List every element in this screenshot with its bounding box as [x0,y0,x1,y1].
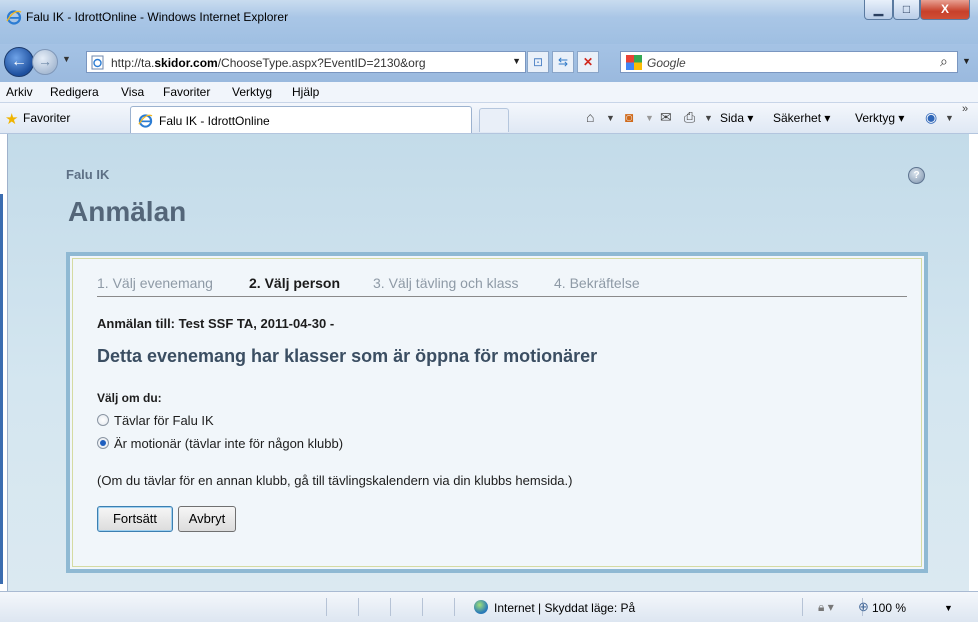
other-club-note: (Om du tävlar för en annan klubb, gå til… [97,473,573,488]
viewport-left-edge [0,134,8,591]
search-placeholder: Google [647,56,686,70]
internet-zone-icon [474,600,488,614]
status-separator [358,598,359,616]
favorites-bar: ★ Favoriter Falu IK - IdrottOnline ⌂ ▼ ◙… [0,103,978,134]
step-1: 1. Välj evenemang [97,275,213,291]
navigation-bar: ← → ▼ http://ta.skidor.com/ChooseType.as… [0,44,978,82]
feeds-dropdown-icon[interactable]: ▼ [645,113,654,123]
registration-panel: 1. Välj evenemang 2. Välj person 3. Välj… [66,252,928,573]
stop-icon: ✕ [582,55,594,69]
registration-for: Anmälan till: Test SSF TA, 2011-04-30 - [97,316,335,331]
page-icon [91,55,104,70]
help-dropdown-icon[interactable]: ▼ [945,113,954,123]
url-text: http://ta.skidor.com/ChooseType.aspx?Eve… [111,56,426,70]
protected-mode-icon[interactable]: 🔒︎ ▾ [818,600,834,615]
menu-visa[interactable]: Visa [121,85,144,99]
compatibility-icon: ⊡ [532,55,544,69]
help-icon[interactable]: ? [908,167,925,184]
step-2-active: 2. Välj person [249,275,341,291]
close-icon: X [940,2,949,16]
internet-explorer-icon [6,10,22,25]
compatibility-view-button[interactable]: ⊡ [527,51,549,73]
print-icon[interactable]: ⎙ [684,109,695,126]
status-separator [326,598,327,616]
security-zone[interactable]: Internet | Skyddat läge: På [494,601,635,615]
tab-falu-ik[interactable]: Falu IK - IdrottOnline [130,106,472,133]
cancel-button[interactable]: Avbryt [178,506,236,532]
back-button[interactable]: ← [4,47,34,77]
status-separator [422,598,423,616]
internet-explorer-tab-icon [138,114,153,128]
zoom-dropdown-icon[interactable]: ▼ [944,603,953,613]
page-menu[interactable]: Sida ▾ [720,111,753,125]
forward-button[interactable]: → [32,49,58,75]
zoom-icon[interactable]: ⊕ [858,599,869,615]
minimize-button[interactable]: ▁ [864,0,893,20]
favorites-button[interactable]: Favoriter [23,111,70,125]
mail-icon[interactable]: ✉ [660,109,672,126]
choose-label: Välj om du: [97,391,162,405]
window-title: Falu IK - IdrottOnline - Windows Interne… [26,10,289,24]
info-heading: Detta evenemang har klasser som är öppna… [97,346,598,366]
refresh-icon: ⇆ [557,55,569,69]
close-button[interactable]: X [920,0,970,20]
menu-favoriter[interactable]: Favoriter [163,85,210,99]
maximize-button[interactable]: □ [893,0,920,20]
step-3: 3. Välj tävling och klass [373,275,519,291]
status-separator [390,598,391,616]
radio-club[interactable] [97,414,109,426]
panel-inner-border: 1. Välj evenemang 2. Välj person 3. Välj… [72,258,922,567]
menu-verktyg[interactable]: Verktyg [232,85,272,99]
tab-title: Falu IK - IdrottOnline [159,114,270,128]
club-name: Falu IK [66,167,110,182]
option-club-label[interactable]: Tävlar för Falu IK [114,413,214,428]
menu-arkiv[interactable]: Arkiv [6,85,33,99]
search-field[interactable]: Google [620,51,958,73]
maximize-icon: □ [902,2,911,16]
recent-pages-dropdown-icon[interactable]: ▼ [62,54,71,64]
window-title-bar[interactable]: Falu IK - IdrottOnline - Windows Interne… [0,0,978,44]
page-title: Anmälan [68,196,187,227]
address-dropdown-icon[interactable]: ▼ [512,56,521,66]
help-menu-icon[interactable]: ◉ [925,109,937,126]
print-dropdown-icon[interactable]: ▼ [704,113,713,123]
status-separator [802,598,803,616]
radio-exerciser-selected[interactable] [97,437,109,449]
status-separator [454,598,455,616]
continue-button[interactable]: Fortsätt [97,506,173,532]
safety-menu[interactable]: Säkerhet ▾ [773,111,830,125]
refresh-button[interactable]: ⇆ [552,51,574,73]
favorites-star-icon[interactable]: ★ [5,110,18,128]
back-arrow-icon: ← [11,53,27,70]
status-bar: Internet | Skyddat läge: På 🔒︎ ▾ ⊕ 100 %… [0,591,978,622]
option-exerciser-label[interactable]: Är motionär (tävlar inte för någon klubb… [114,436,343,451]
menu-bar: Arkiv Redigera Visa Favoriter Verktyg Hj… [0,82,978,103]
search-options-dropdown-icon[interactable]: ▼ [962,56,971,66]
left-accent [0,194,3,584]
search-icon[interactable]: ⌕ [940,53,948,70]
step-4: 4. Bekräftelse [554,275,640,291]
stop-button[interactable]: ✕ [577,51,599,73]
zoom-level[interactable]: 100 % [872,601,906,615]
step-indicator: 1. Välj evenemang 2. Välj person 3. Välj… [97,272,907,297]
menu-redigera[interactable]: Redigera [50,85,99,99]
home-dropdown-icon[interactable]: ▼ [606,113,615,123]
address-field[interactable]: http://ta.skidor.com/ChooseType.aspx?Eve… [86,51,526,73]
home-icon[interactable]: ⌂ [586,109,594,125]
menu-hjalp[interactable]: Hjälp [292,85,319,99]
toolbar-overflow-icon[interactable]: » [962,103,968,115]
tools-menu[interactable]: Verktyg ▾ [855,111,904,125]
forward-arrow-icon: → [38,53,52,69]
page-content: Falu IK Anmälan ? 1. Välj evenemang 2. V… [8,134,969,591]
minimize-icon: ▁ [873,2,884,16]
google-logo-icon [626,55,642,70]
feeds-icon[interactable]: ◙ [625,109,633,125]
new-tab-button[interactable] [479,108,509,132]
